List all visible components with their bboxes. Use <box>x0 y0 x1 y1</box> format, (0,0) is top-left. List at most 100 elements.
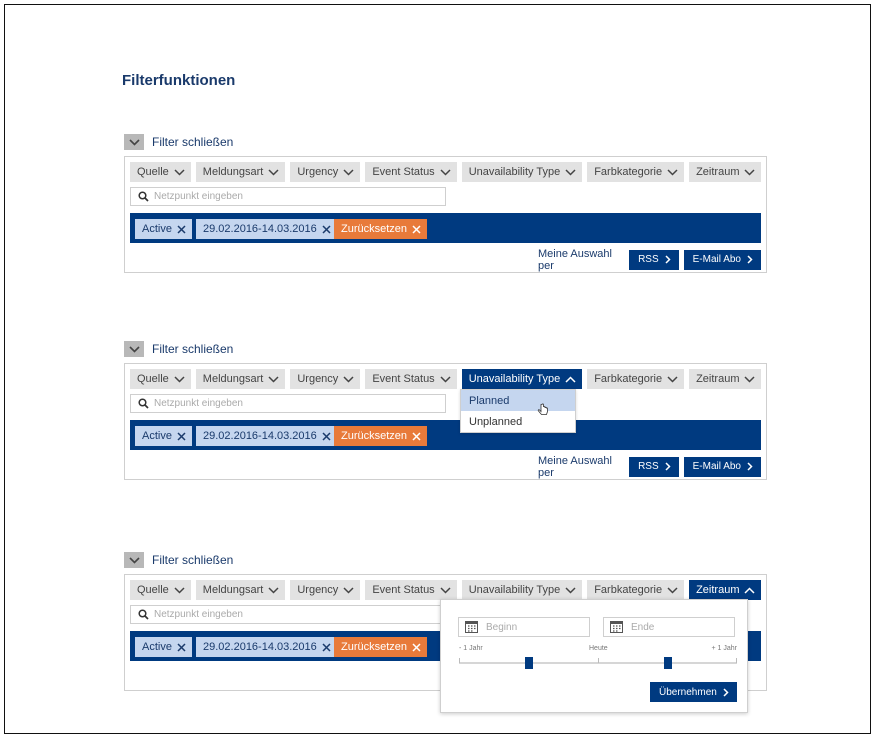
chevron-down-icon[interactable] <box>124 341 144 357</box>
search-input[interactable] <box>154 191 424 202</box>
button-label: Übernehmen <box>659 686 717 698</box>
tab-unavailability-type[interactable]: Unavailability Type <box>461 162 583 182</box>
email-subscription-button[interactable]: E-Mail Abo <box>683 456 761 477</box>
chevron-down-icon <box>565 586 576 594</box>
close-icon[interactable] <box>322 224 331 234</box>
tab-farbkategorie[interactable]: Farbkategorie <box>587 580 685 600</box>
tab-meldungsart[interactable]: Meldungsart <box>195 369 286 389</box>
tab-label: Meldungsart <box>202 584 264 596</box>
chevron-down-icon <box>440 375 451 383</box>
tab-unavailability-type[interactable]: Unavailability Type <box>461 580 583 600</box>
tab-label: Zeitraum <box>696 166 740 178</box>
chip-active[interactable]: Active <box>135 426 192 446</box>
chip-daterange[interactable]: 29.02.2016-14.03.2016 <box>196 219 337 239</box>
apply-button[interactable]: Übernehmen <box>650 682 737 702</box>
search-input[interactable] <box>154 609 424 620</box>
chevron-right-icon <box>665 462 671 471</box>
active-filters-bar: Active 29.02.2016-14.03.2016 Zurücksetze… <box>130 213 761 243</box>
button-label: RSS <box>638 254 659 265</box>
chip-label: 29.02.2016-14.03.2016 <box>203 641 317 653</box>
tab-unavailability-type[interactable]: Unavailability Type <box>461 369 583 389</box>
tab-label: Event Status <box>372 373 435 385</box>
tab-urgency[interactable]: Urgency <box>290 162 361 182</box>
tab-label: Meldungsart <box>202 373 264 385</box>
filter-tabs: Quelle Meldungsart Urgency Event Status … <box>130 369 766 389</box>
zeitraum-popup: Beginn Ende - 1 Jahr Heute + 1 Jahr Über… <box>440 599 748 713</box>
close-icon[interactable] <box>177 224 186 234</box>
tab-meldungsart[interactable]: Meldungsart <box>195 580 286 600</box>
chip-daterange[interactable]: 29.02.2016-14.03.2016 <box>196 637 337 657</box>
chip-daterange[interactable]: 29.02.2016-14.03.2016 <box>196 426 337 446</box>
reset-button[interactable]: Zurücksetzen <box>334 219 428 239</box>
reset-label: Zurücksetzen <box>341 223 408 235</box>
chevron-down-icon[interactable] <box>124 552 144 568</box>
email-subscription-button[interactable]: E-Mail Abo <box>683 249 761 270</box>
slider-handle-start[interactable] <box>524 657 533 669</box>
chevron-down-icon[interactable] <box>124 134 144 150</box>
tab-event-status[interactable]: Event Status <box>365 162 457 182</box>
chevron-right-icon <box>665 255 671 264</box>
subscribe-row: Meine Auswahl per RSS E-Mail Abo <box>538 247 766 272</box>
rss-button[interactable]: RSS <box>629 456 679 477</box>
scale-min-label: - 1 Jahr <box>459 645 483 652</box>
tab-zeitraum[interactable]: Zeitraum <box>689 162 762 182</box>
tab-label: Event Status <box>372 166 435 178</box>
close-icon[interactable] <box>177 431 186 441</box>
filter-toggle-1[interactable]: Filter schließen <box>124 134 233 150</box>
search-field <box>130 187 446 206</box>
filter-toggle-3[interactable]: Filter schließen <box>124 552 233 568</box>
filter-toggle-2[interactable]: Filter schließen <box>124 341 233 357</box>
chevron-down-icon <box>268 168 279 176</box>
chevron-down-icon <box>343 168 354 176</box>
chip-active[interactable]: Active <box>135 637 192 657</box>
tab-quelle[interactable]: Quelle <box>130 369 191 389</box>
calendar-icon <box>610 621 623 633</box>
hand-cursor-icon <box>537 403 549 422</box>
option-unplanned[interactable]: Unplanned <box>461 411 575 432</box>
tab-label: Event Status <box>372 584 435 596</box>
filter-panel-1: Quelle Meldungsart Urgency Event Status … <box>124 156 767 273</box>
tab-quelle[interactable]: Quelle <box>130 162 191 182</box>
slider-tick <box>598 658 599 663</box>
tab-quelle[interactable]: Quelle <box>130 580 191 600</box>
scale-max-label: + 1 Jahr <box>711 645 738 652</box>
tab-farbkategorie[interactable]: Farbkategorie <box>587 369 685 389</box>
close-icon[interactable] <box>322 642 331 652</box>
subscribe-label: Meine Auswahl per <box>538 454 612 479</box>
option-planned[interactable]: Planned <box>461 390 575 411</box>
filter-panel-2: Quelle Meldungsart Urgency Event Status … <box>124 363 767 480</box>
subscribe-label: Meine Auswahl per <box>538 247 612 272</box>
button-label: E-Mail Abo <box>692 254 741 265</box>
chevron-down-icon <box>174 375 185 383</box>
chevron-down-icon <box>667 586 678 594</box>
chevron-up-icon <box>744 586 756 594</box>
tab-urgency[interactable]: Urgency <box>290 580 361 600</box>
close-icon[interactable] <box>322 431 331 441</box>
tab-event-status[interactable]: Event Status <box>365 580 457 600</box>
chip-active[interactable]: Active <box>135 219 192 239</box>
tab-label: Zeitraum <box>696 373 740 385</box>
tab-zeitraum[interactable]: Zeitraum <box>689 580 762 600</box>
tab-meldungsart[interactable]: Meldungsart <box>195 162 286 182</box>
chevron-down-icon <box>268 375 279 383</box>
filter-toggle-label: Filter schließen <box>152 342 234 356</box>
close-icon[interactable] <box>177 642 186 652</box>
reset-button[interactable]: Zurücksetzen <box>334 426 428 446</box>
end-date-field[interactable]: Ende <box>603 617 735 637</box>
chevron-down-icon <box>268 586 279 594</box>
slider-scale: - 1 Jahr Heute + 1 Jahr <box>459 645 737 655</box>
begin-date-field[interactable]: Beginn <box>458 617 590 637</box>
tab-label: Farbkategorie <box>594 373 663 385</box>
chip-label: Active <box>142 641 172 653</box>
tab-label: Quelle <box>137 584 169 596</box>
search-input[interactable] <box>154 398 424 409</box>
tab-event-status[interactable]: Event Status <box>365 369 457 389</box>
tab-zeitraum[interactable]: Zeitraum <box>689 369 762 389</box>
rss-button[interactable]: RSS <box>629 249 679 270</box>
filter-toggle-label: Filter schließen <box>152 553 234 567</box>
tab-farbkategorie[interactable]: Farbkategorie <box>587 162 685 182</box>
slider-handle-end[interactable] <box>663 657 672 669</box>
reset-label: Zurücksetzen <box>341 430 408 442</box>
tab-urgency[interactable]: Urgency <box>290 369 361 389</box>
reset-button[interactable]: Zurücksetzen <box>334 637 428 657</box>
